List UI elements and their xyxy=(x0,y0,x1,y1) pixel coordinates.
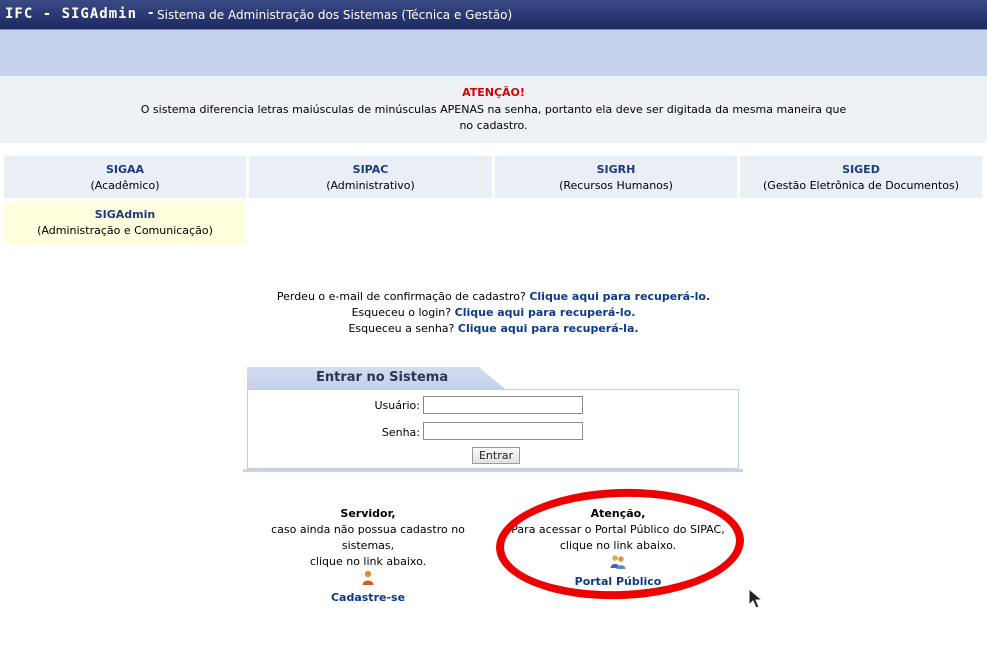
system-name: SIGRH xyxy=(596,163,636,176)
notice-message: O sistema diferencia letras maiúsculas d… xyxy=(140,103,847,132)
user-icon xyxy=(362,570,374,585)
server-line-2: clique no link abaixo. xyxy=(309,555,427,568)
system-name: SIPAC xyxy=(352,163,389,176)
password-recovery-link[interactable]: Clique aqui para recuperá-la. xyxy=(458,322,639,335)
system-name: SIGAA xyxy=(105,163,145,176)
server-register-section: Servidor, caso ainda não possua cadastro… xyxy=(246,506,490,606)
username-input[interactable] xyxy=(423,396,583,414)
system-desc: (Gestão Eletrônica de Documentos) xyxy=(763,179,959,192)
system-link-sigaa[interactable]: SIGAA (Acadêmico) xyxy=(4,156,246,198)
system-link-siged[interactable]: SIGED (Gestão Eletrônica de Documentos) xyxy=(740,156,982,198)
register-link[interactable]: Cadastre-se xyxy=(331,591,405,604)
username-label: Usuário: xyxy=(374,399,420,412)
server-title: Servidor, xyxy=(340,507,396,520)
header-band xyxy=(0,30,987,76)
password-input[interactable] xyxy=(423,422,583,440)
mouse-cursor-icon xyxy=(748,588,764,609)
system-link-sigadmin[interactable]: SIGAdmin (Administração e Comunicação) xyxy=(4,201,246,243)
system-desc: (Administrativo) xyxy=(326,179,415,192)
password-label: Senha: xyxy=(381,426,420,439)
login-panel: Entrar no Sistema Usuário: Senha: Entrar xyxy=(243,367,743,473)
recovery-links: Perdeu o e-mail de confirmação de cadast… xyxy=(0,289,987,337)
login-panel-tab: Entrar no Sistema xyxy=(247,367,505,389)
password-recovery-line: Esqueceu a senha? Clique aqui para recup… xyxy=(348,322,639,335)
system-link-sipac[interactable]: SIPAC (Administrativo) xyxy=(249,156,492,198)
system-desc: (Acadêmico) xyxy=(90,179,160,192)
login-panel-bottom-border xyxy=(243,469,743,472)
header-separator: - xyxy=(148,6,154,21)
system-title: IFC - SIGAdmin xyxy=(5,6,138,22)
login-recovery-line: Esqueceu o login? Clique aqui para recup… xyxy=(351,306,636,319)
login-form: Usuário: Senha: Entrar xyxy=(247,389,739,469)
system-desc: (Recursos Humanos) xyxy=(559,179,673,192)
login-submit-button[interactable]: Entrar xyxy=(472,447,520,464)
attention-notice: ATENÇÃO! O sistema diferencia letras mai… xyxy=(0,76,987,143)
login-title: Entrar no Sistema xyxy=(316,370,449,385)
server-line-1: caso ainda não possua cadastro no sistem… xyxy=(271,523,465,552)
system-desc: (Administração e Comunicação) xyxy=(37,224,213,237)
email-recovery-link[interactable]: Clique aqui para recuperá-lo. xyxy=(529,290,710,303)
notice-title: ATENÇÃO! xyxy=(462,86,525,99)
top-header-bar: IFC - SIGAdmin - Sistema de Administraçã… xyxy=(0,0,987,30)
system-link-sigrh[interactable]: SIGRH (Recursos Humanos) xyxy=(495,156,737,198)
system-name: SIGED xyxy=(842,163,880,176)
email-recovery-line: Perdeu o e-mail de confirmação de cadast… xyxy=(276,290,711,303)
system-name: SIGAdmin xyxy=(94,208,156,221)
login-recovery-link[interactable]: Clique aqui para recuperá-lo. xyxy=(455,306,636,319)
system-description: Sistema de Administração dos Sistemas (T… xyxy=(157,8,513,22)
